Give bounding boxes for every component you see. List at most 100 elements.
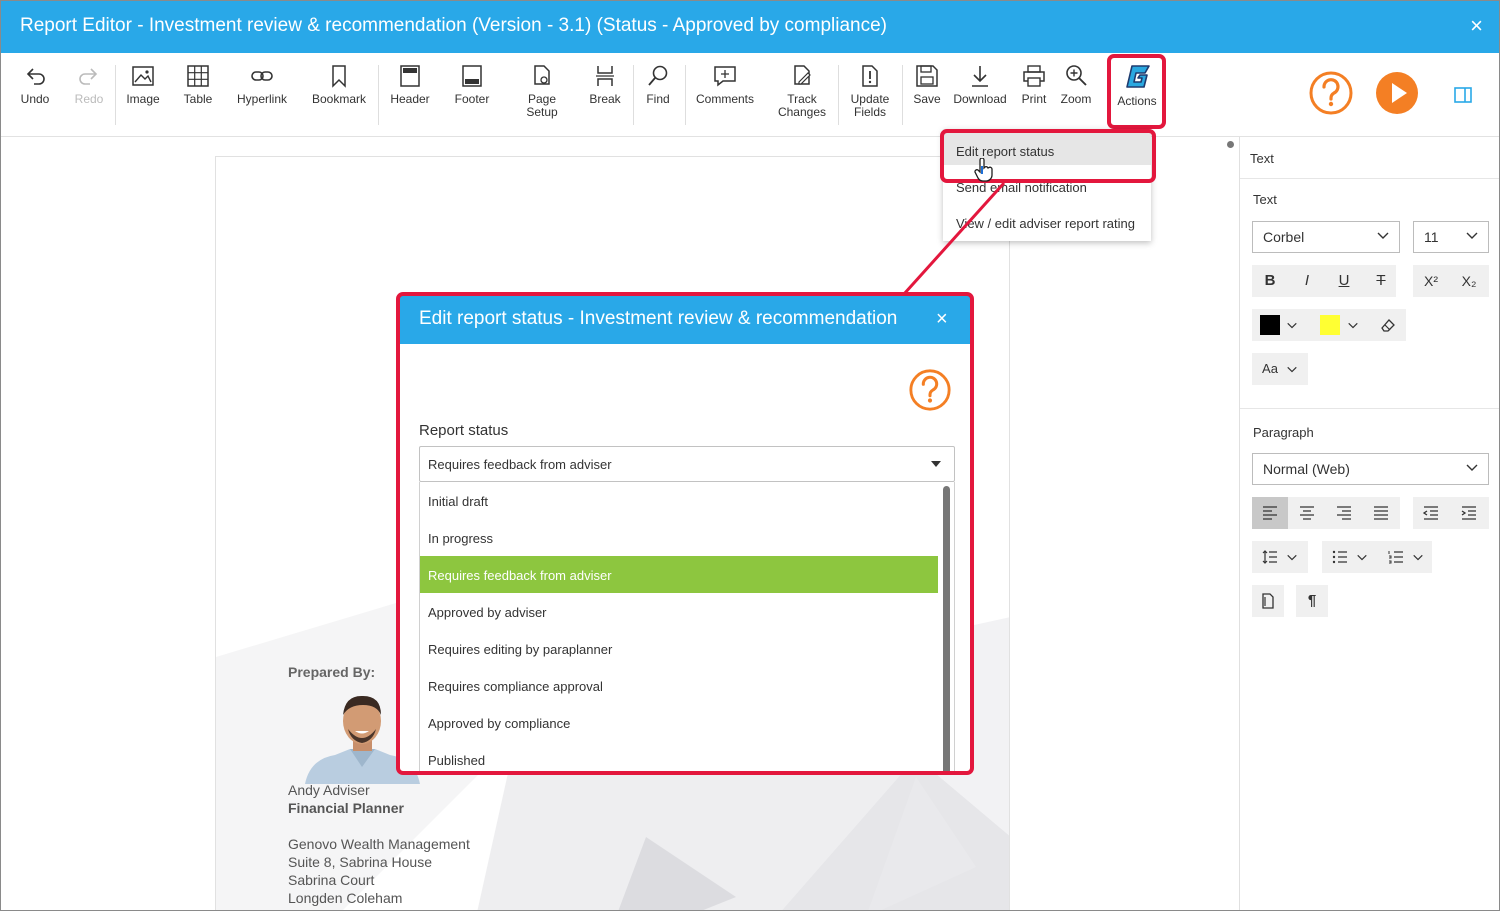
section-divider xyxy=(1240,408,1499,409)
strikethrough-button[interactable]: T xyxy=(1363,265,1399,297)
page-icon xyxy=(1262,593,1274,609)
font-color-chevron[interactable] xyxy=(1280,309,1304,341)
bookmark-icon xyxy=(332,65,346,88)
find-button[interactable]: Find xyxy=(636,63,680,106)
italic-button[interactable]: I xyxy=(1289,265,1325,297)
help-icon[interactable] xyxy=(1308,70,1354,116)
subscript-button[interactable]: X₂ xyxy=(1451,265,1487,297)
indent-button[interactable] xyxy=(1451,497,1487,529)
tab-text[interactable]: Text xyxy=(1250,151,1274,166)
comments-button[interactable]: Comments xyxy=(693,63,757,106)
chevron-down-icon xyxy=(1466,232,1478,239)
text-section-label: Text xyxy=(1253,192,1277,207)
font-size-dropdown[interactable]: 11 xyxy=(1413,221,1489,253)
pilcrow-icon[interactable]: ¶ xyxy=(1296,585,1328,617)
outdent-icon xyxy=(1422,506,1438,520)
list-group xyxy=(1322,541,1432,573)
prepared-by-label: Prepared By: xyxy=(288,664,376,680)
line-spacing-chevron[interactable] xyxy=(1280,541,1304,573)
page-break-before-button[interactable] xyxy=(1252,585,1284,617)
play-video-icon[interactable] xyxy=(1374,70,1420,116)
download-button[interactable]: Download xyxy=(951,63,1009,106)
save-icon xyxy=(916,65,938,87)
adviser-role: Financial Planner xyxy=(288,800,404,816)
table-button[interactable]: Table xyxy=(176,63,220,106)
title-bar: Report Editor - Investment review & reco… xyxy=(1,1,1499,53)
break-button[interactable]: Break xyxy=(583,63,627,106)
align-justify-icon xyxy=(1374,506,1388,520)
numbered-list-icon xyxy=(1388,551,1403,564)
header-button[interactable]: Header xyxy=(387,63,433,106)
paragraph-section-label: Paragraph xyxy=(1253,425,1314,440)
update-fields-button[interactable]: Update Fields xyxy=(844,63,896,119)
bookmark-button[interactable]: Bookmark xyxy=(309,63,369,106)
font-color-swatch xyxy=(1260,315,1280,336)
toolbar-divider xyxy=(685,65,686,125)
zoom-button[interactable]: Zoom xyxy=(1057,63,1095,106)
redo-button[interactable]: Redo xyxy=(67,63,111,106)
table-icon xyxy=(187,65,209,87)
track-changes-button[interactable]: Track Changes xyxy=(773,63,831,119)
page-setup-icon xyxy=(534,65,550,85)
link-icon xyxy=(251,71,273,81)
printer-icon xyxy=(1023,65,1045,87)
change-case-chevron[interactable] xyxy=(1280,353,1304,385)
toolbar-divider xyxy=(115,65,116,125)
page-break-before-group xyxy=(1252,585,1284,617)
script-group: X² X₂ xyxy=(1413,265,1489,297)
page-setup-button[interactable]: Page Setup xyxy=(519,63,565,119)
undo-button[interactable]: Undo xyxy=(13,63,57,106)
case-group: Aa xyxy=(1252,353,1308,385)
zoom-in-icon xyxy=(1066,65,1087,86)
justify-button[interactable] xyxy=(1363,497,1399,529)
align-right-icon xyxy=(1337,506,1351,520)
align-left-button[interactable] xyxy=(1252,497,1288,529)
paragraph-style-dropdown[interactable]: Normal (Web) xyxy=(1252,453,1489,485)
redo-icon xyxy=(79,68,98,85)
chevron-down-icon xyxy=(1287,554,1297,561)
chevron-down-icon xyxy=(1287,366,1297,373)
print-button[interactable]: Print xyxy=(1015,63,1053,106)
numbered-list-chevron[interactable] xyxy=(1406,541,1430,573)
dialog-highlight xyxy=(396,292,974,775)
hyperlink-button[interactable]: Hyperlink xyxy=(233,63,291,106)
footer-icon xyxy=(462,65,482,87)
address-line-3: Longden Coleham xyxy=(288,890,403,906)
footer-button[interactable]: Footer xyxy=(449,63,495,106)
page-break-icon xyxy=(596,66,614,86)
format-panel: Text Text Corbel 11 B I U T X² X₂ Aa Par… xyxy=(1239,137,1499,910)
company-name: Genovo Wealth Management xyxy=(288,836,470,852)
font-family-dropdown[interactable]: Corbel xyxy=(1252,221,1400,253)
undo-icon xyxy=(26,68,45,85)
indent-group xyxy=(1413,497,1489,529)
chevron-down-icon xyxy=(1377,232,1389,239)
chevron-down-icon xyxy=(1357,554,1367,561)
superscript-button[interactable]: X² xyxy=(1413,265,1449,297)
color-group xyxy=(1252,309,1406,341)
eraser-icon xyxy=(1381,319,1395,332)
comment-icon xyxy=(714,66,736,87)
align-right-button[interactable] xyxy=(1326,497,1362,529)
bold-button[interactable]: B xyxy=(1252,265,1288,297)
menu-item-adviser-report-rating[interactable]: View / edit adviser report rating xyxy=(943,201,1151,237)
save-button[interactable]: Save xyxy=(907,63,947,106)
line-spacing-group xyxy=(1252,541,1308,573)
clear-format-button[interactable] xyxy=(1370,309,1406,341)
alignment-group xyxy=(1252,497,1400,529)
address-line-2: Sabrina Court xyxy=(288,872,375,888)
close-window-icon[interactable]: × xyxy=(1470,13,1483,39)
highlight-color-chevron[interactable] xyxy=(1341,309,1365,341)
underline-button[interactable]: U xyxy=(1326,265,1362,297)
align-center-button[interactable] xyxy=(1289,497,1325,529)
toggle-panel-icon[interactable] xyxy=(1454,87,1472,103)
indent-icon xyxy=(1461,506,1476,520)
image-button[interactable]: Image xyxy=(121,63,165,106)
font-family-value: Corbel xyxy=(1263,229,1305,245)
chevron-down-icon xyxy=(1466,464,1478,471)
toolbar-divider xyxy=(633,65,634,125)
tab-divider xyxy=(1240,178,1499,179)
bullet-list-chevron[interactable] xyxy=(1350,541,1374,573)
outdent-button[interactable] xyxy=(1413,497,1449,529)
address-line-1: Suite 8, Sabrina House xyxy=(288,854,432,870)
paragraph-style-value: Normal (Web) xyxy=(1263,461,1350,477)
